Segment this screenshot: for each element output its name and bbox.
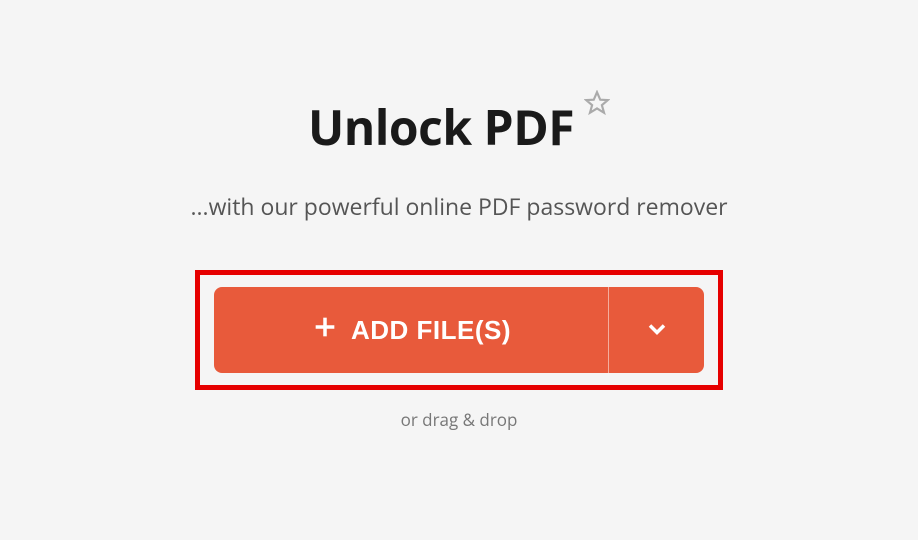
add-files-button[interactable]: ADD FILE(S): [214, 287, 608, 373]
plus-icon: [311, 313, 339, 348]
title-row: Unlock PDF: [308, 95, 610, 160]
chevron-down-icon: [643, 315, 671, 346]
page-title: Unlock PDF: [308, 95, 574, 160]
upload-button-highlight: ADD FILE(S): [195, 270, 723, 390]
page-subtitle: ...with our powerful online PDF password…: [190, 190, 727, 222]
drag-drop-hint: or drag & drop: [401, 408, 518, 431]
upload-button-group: ADD FILE(S): [214, 287, 704, 373]
add-files-label: ADD FILE(S): [351, 315, 511, 346]
add-files-dropdown-button[interactable]: [608, 287, 704, 373]
star-icon[interactable]: [584, 90, 610, 121]
